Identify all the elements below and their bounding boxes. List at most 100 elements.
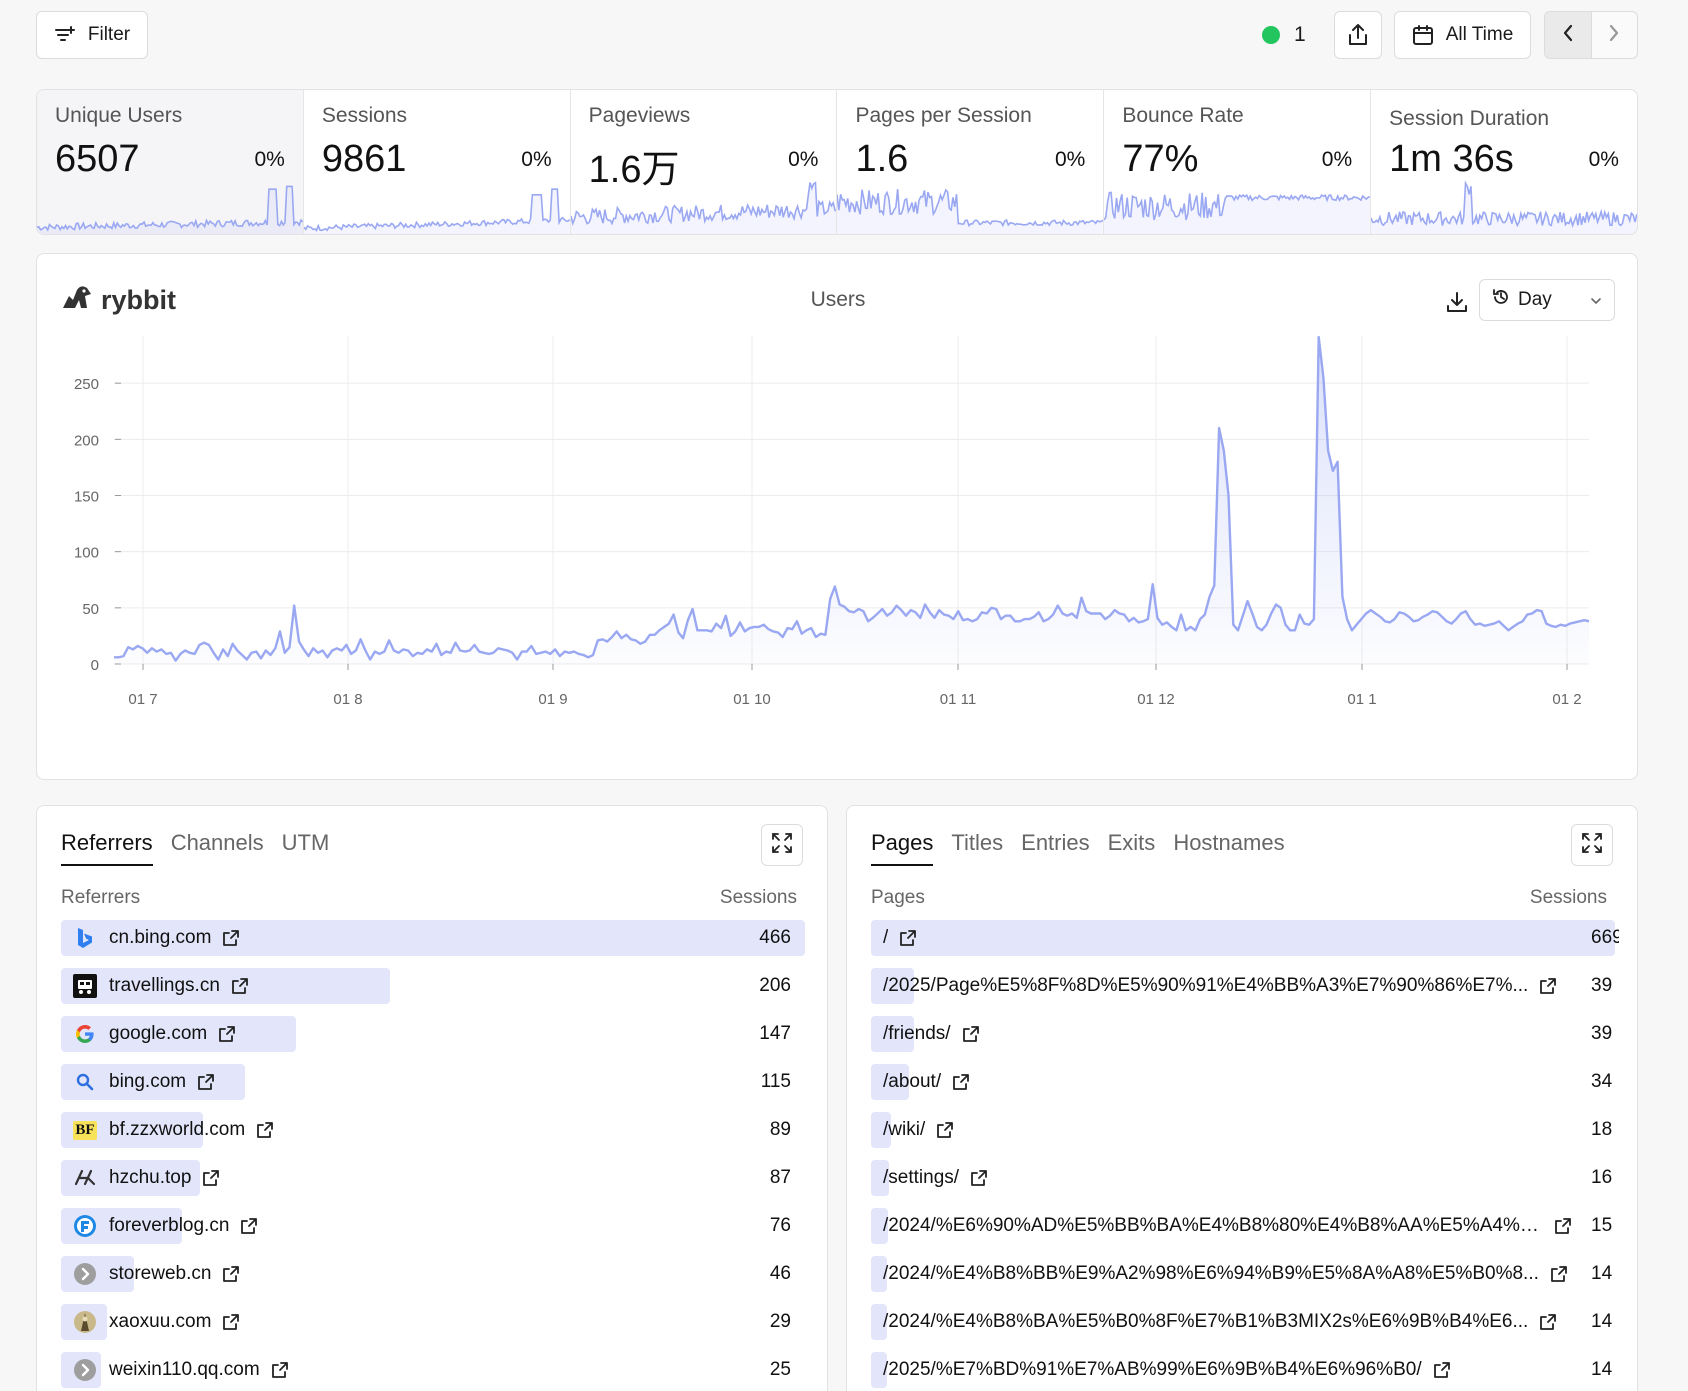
table-row[interactable]: google.com 147 [61,1010,803,1058]
expand-button[interactable] [1571,824,1613,866]
filter-button[interactable]: Filter [36,11,148,59]
table-row[interactable]: /2024/%E4%B8%BA%E5%B0%8F%E7%B1%B3MIX2s%E… [871,1298,1613,1346]
table-row[interactable]: /about/34 [871,1058,1613,1106]
page-path: /friends/ [883,1023,951,1044]
table-row[interactable]: /2024/%E4%B8%BB%E9%A2%98%E6%94%B9%E5%8A%… [871,1250,1613,1298]
tab-utm[interactable]: UTM [282,830,330,866]
page-path: /about/ [883,1071,942,1092]
table-row[interactable]: /settings/16 [871,1154,1613,1202]
hzchu-icon [73,1166,97,1190]
time-range-button[interactable]: All Time [1394,11,1531,59]
stat-change: 0% [1054,148,1086,171]
external-link-icon[interactable] [217,1025,236,1044]
referrer-name: cn.bing.com [109,927,212,948]
referrers-panel: Referrers Channels UTM Referrers Session… [36,805,828,1391]
live-dot-icon [1262,26,1280,44]
tab-entries[interactable]: Entries [1021,830,1089,866]
next-period-button[interactable] [1592,12,1638,58]
external-link-icon[interactable] [1538,1313,1557,1332]
share-icon [1347,23,1369,47]
live-users-indicator[interactable]: 1 [1262,22,1306,48]
table-row[interactable]: travellings.cn 206 [61,962,803,1010]
tab-channels[interactable]: Channels [171,830,264,866]
page-path: /settings/ [883,1167,960,1188]
table-row[interactable]: storeweb.cn 46 [61,1250,803,1298]
external-link-icon[interactable] [961,1025,980,1044]
tab-referrers[interactable]: Referrers [61,830,153,866]
external-link-icon[interactable] [201,1169,220,1188]
table-row[interactable]: /2025/%E7%BD%91%E7%AB%99%E6%9B%B4%E6%96%… [871,1346,1613,1391]
external-link-icon[interactable] [221,1265,240,1284]
table-row[interactable]: / 669 [871,914,1619,962]
x-tick-label: 01 9 [538,691,567,708]
share-button[interactable] [1334,11,1382,59]
table-row[interactable]: /2024/%E6%90%AD%E5%BB%BA%E4%B8%80%E4%B8%… [871,1202,1613,1250]
page-path: /2024/%E4%B8%BB%E9%A2%98%E6%94%B9%E5%8A%… [883,1263,1539,1284]
external-link-icon[interactable] [1553,1217,1572,1236]
external-link-icon[interactable] [898,929,917,948]
generic-site-icon [73,1262,97,1286]
external-link-icon[interactable] [230,977,249,996]
stat-sparkline [37,185,303,234]
users-area-chart[interactable]: 0 50 100 150 200 250 01 7 01 8 01 9 01 10 01 11 01 … [37,334,1637,779]
table-row[interactable]: hzchu.top 87 [61,1154,803,1202]
row-content: google.com [61,1016,803,1052]
external-link-icon[interactable] [969,1169,988,1188]
table-row[interactable]: foreverblog.cn 76 [61,1202,803,1250]
table-row[interactable]: /wiki/18 [871,1106,1613,1154]
row-count: 466 [759,927,791,948]
page-path: /2025/Page%E5%8F%8D%E5%90%91%E4%BB%A3%E7… [883,975,1529,996]
external-link-icon[interactable] [196,1073,215,1092]
table-row[interactable]: xaoxuu.com 29 [61,1298,803,1346]
row-count: 46 [769,1263,791,1284]
stat-card-pages-per-session[interactable]: Pages per Session 1.6 0% [837,90,1105,234]
external-link-icon[interactable] [221,929,240,948]
expand-button[interactable] [761,824,803,866]
stat-card-session-duration[interactable]: Session Duration 1m 36s 0% [1371,90,1637,234]
row-content: /friends/ [871,1016,1613,1052]
chevron-left-icon [1562,24,1574,47]
stat-card-unique-users[interactable]: Unique Users 6507 0% [37,90,304,234]
tab-pages[interactable]: Pages [871,830,934,866]
row-content: travellings.cn [61,968,803,1004]
table-row[interactable]: bing.com 115 [61,1058,803,1106]
row-content: /2024/%E6%90%AD%E5%BB%BA%E4%B8%80%E4%B8%… [871,1208,1613,1244]
download-button[interactable] [1437,284,1477,324]
x-tick-label: 01 10 [733,691,771,708]
row-content: /settings/ [871,1160,1613,1196]
time-bucket-select[interactable]: Day [1479,279,1615,321]
stat-card-sessions[interactable]: Sessions 9861 0% [303,90,571,234]
row-count: 14 [1591,1311,1613,1332]
table-row[interactable]: weixin110.qq.com 25 [61,1346,803,1391]
table-row[interactable]: /2025/Page%E5%8F%8D%E5%90%91%E4%BB%A3%E7… [871,962,1613,1010]
tab-titles[interactable]: Titles [951,830,1003,866]
column-label-pages: Pages [871,887,925,908]
external-link-icon[interactable] [1432,1361,1451,1380]
table-row[interactable]: cn.bing.com 466 [61,914,805,962]
external-link-icon[interactable] [1549,1265,1568,1284]
external-link-icon[interactable] [270,1361,289,1380]
page-path: / [883,927,889,948]
stat-card-pageviews[interactable]: Pageviews 1.6万 0% [570,90,838,234]
external-link-icon[interactable] [935,1121,954,1140]
live-count: 1 [1294,23,1306,46]
series-area [114,337,1589,664]
time-range-label: All Time [1445,24,1514,45]
referrer-name: bf.zzxworld.com [109,1119,246,1140]
x-tick-label: 01 1 [1347,691,1376,708]
row-content: /wiki/ [871,1112,1613,1148]
table-row[interactable]: BF bf.zzxworld.com 89 [61,1106,803,1154]
external-link-icon[interactable] [239,1217,258,1236]
external-link-icon[interactable] [1538,977,1557,996]
previous-period-button[interactable] [1545,12,1592,58]
external-link-icon[interactable] [221,1313,240,1332]
stat-card-bounce-rate[interactable]: Bounce Rate 77% 0% [1104,90,1372,234]
tab-hostnames[interactable]: Hostnames [1173,830,1284,866]
external-link-icon[interactable] [255,1121,274,1140]
referrer-name: storeweb.cn [109,1263,212,1284]
row-content: foreverblog.cn [61,1208,803,1244]
external-link-icon[interactable] [951,1073,970,1092]
table-row[interactable]: /friends/39 [871,1010,1613,1058]
chevron-down-icon [1590,289,1602,311]
tab-exits[interactable]: Exits [1108,830,1156,866]
